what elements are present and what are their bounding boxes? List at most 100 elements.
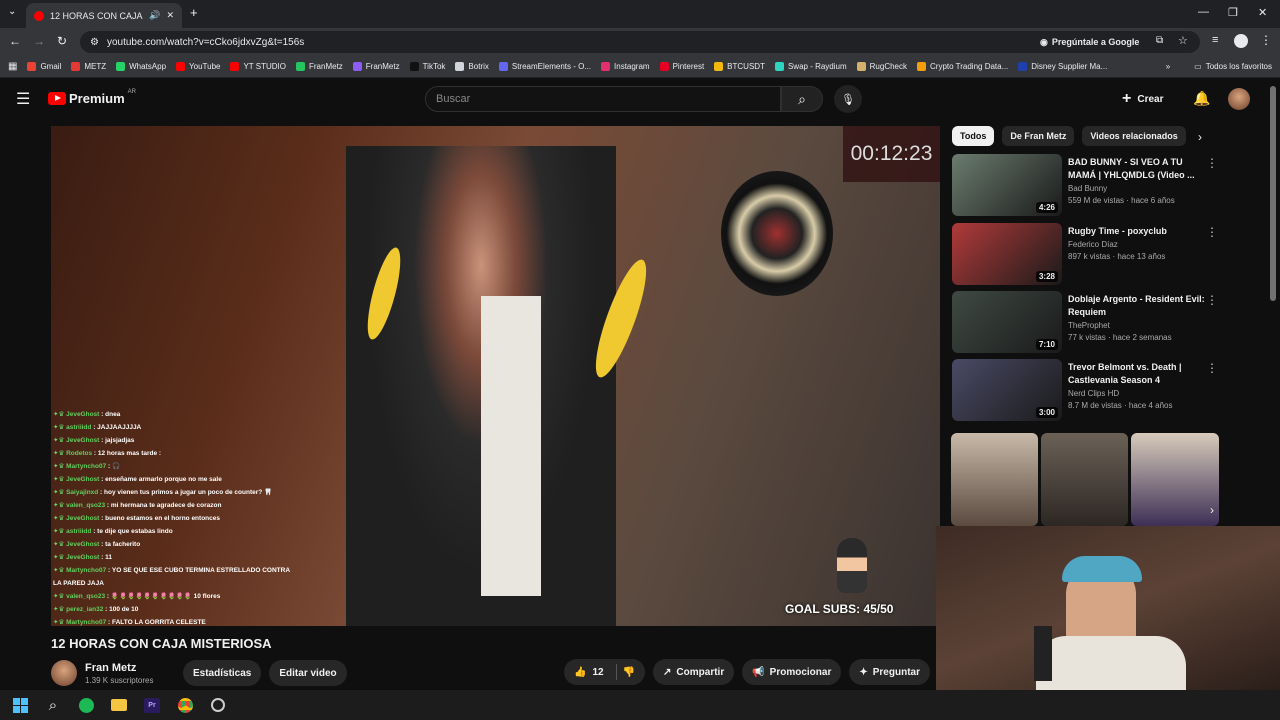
install-icon[interactable]: ⧉ [1156,35,1163,46]
reading-list-icon[interactable]: ≡ [1212,34,1218,46]
ask-button[interactable]: ✦ Preguntar [849,659,930,685]
minimize-icon[interactable]: — [1198,6,1209,18]
short-thumbnail-3[interactable] [1131,433,1219,526]
recommended-channel[interactable]: Nerd Clips HD [1068,389,1208,398]
promote-button[interactable]: 📢 Promocionar [742,659,842,685]
chips-next-icon[interactable]: › [1198,130,1202,144]
browser-tab[interactable]: 12 HORAS CON CAJA MISTERIOSA 🔊 ✕ [26,3,182,28]
profile-icon[interactable] [1234,34,1248,48]
premiere-icon[interactable]: Pr [142,695,162,715]
youtube-logo[interactable]: Premium AR [48,88,136,106]
bookmark-item[interactable]: Instagram [601,62,650,71]
search-input[interactable]: Buscar [425,86,781,112]
new-tab-icon[interactable]: + [190,5,198,20]
channel-avatar[interactable] [51,660,77,686]
search-placeholder: Buscar [436,93,471,105]
chat-text: FALTO LA GORRITA CELESTE [111,619,206,626]
share-button[interactable]: ↗ Compartir [653,659,735,685]
bookmark-item[interactable]: BTCUSDT [714,62,765,71]
shorts-next-icon[interactable]: › [1210,503,1214,517]
video-thumbnail[interactable]: 7:10 [952,291,1062,353]
video-thumbnail[interactable]: 3:00 [952,359,1062,421]
bookmark-item[interactable]: Gmail [27,62,61,71]
more-options-icon[interactable]: ⋮ [1206,361,1218,375]
site-info-icon[interactable]: ⚙ [90,37,99,48]
short-thumbnail-2[interactable] [1041,433,1128,526]
forward-icon[interactable]: → [33,34,45,48]
all-bookmarks-folder[interactable]: ▭ Todos los favoritos [1194,62,1272,71]
recommended-video[interactable]: 7:10 Doblaje Argento - Resident Evil: Req… [952,291,1222,353]
search-button[interactable]: ⌕ [781,86,823,112]
bookmark-item[interactable]: Swap - Raydium [774,62,847,71]
bookmark-item[interactable]: StreamElements - O... [498,62,591,71]
recommended-title[interactable]: Doblaje Argento - Resident Evil: Requiem [1068,293,1208,319]
create-button[interactable]: + Crear [1122,87,1163,111]
back-icon[interactable]: ← [9,34,21,48]
address-bar[interactable]: ⚙ youtube.com/watch?v=cCko6jdxvZg&t=156s [80,31,1200,53]
recommended-video[interactable]: 3:28 Rugby Time - poxyclub Federico Díaz 89… [952,223,1222,285]
stats-button[interactable]: Estadísticas [183,660,262,686]
bookmark-item[interactable]: RugCheck [856,62,907,71]
edit-video-button[interactable]: Editar video [269,660,347,686]
ask-google-button[interactable]: ◉ Pregúntale a Google [1040,32,1139,52]
bookmark-item[interactable]: Disney Supplier Ma... [1018,62,1107,71]
bookmark-item[interactable]: YouTube [176,62,220,71]
bookmark-item[interactable]: TikTok [409,62,445,71]
recommended-channel[interactable]: Federico Díaz [1068,240,1208,249]
thumbs-up-icon: 👍 [574,666,587,678]
recommended-title[interactable]: BAD BUNNY - SI VEO A TU MAMÁ | YHLQMDLG … [1068,156,1208,182]
video-thumbnail[interactable]: 3:28 [952,223,1062,285]
bookmark-star-icon[interactable]: ☆ [1178,34,1188,47]
video-player[interactable]: 00:12:23 ✦♛ JeveGhost : dnea ✦♛ astriiidd… [51,126,940,626]
menu-hamburger-icon[interactable]: ☰ [16,89,30,109]
tab-list-icon[interactable]: ⌄ [8,6,16,17]
bookmark-item[interactable]: FranMetz [352,62,400,71]
reload-icon[interactable]: ↻ [57,34,67,48]
bookmark-item[interactable]: FranMetz [296,62,343,71]
account-avatar[interactable] [1228,88,1250,110]
file-explorer-icon[interactable] [109,695,129,715]
more-options-icon[interactable]: ⋮ [1206,156,1218,170]
recommended-video[interactable]: 3:00 Trevor Belmont vs. Death | Castlevan… [952,359,1222,421]
recommended-video[interactable]: 4:26 BAD BUNNY - SI VEO A TU MAMÁ | YHLQM… [952,154,1222,216]
bookmark-item[interactable]: WhatsApp [116,62,166,71]
bookmark-item[interactable]: METZ [71,62,106,71]
recommended-title[interactable]: Trevor Belmont vs. Death | Castlevania S… [1068,361,1208,387]
channel-name[interactable]: Fran Metz [85,662,175,674]
chat-message: ✦♛ Saiyajinxd : hoy vienen tus primos a … [53,486,313,499]
more-options-icon[interactable]: ⋮ [1206,293,1218,307]
logo-country: AR [127,88,136,95]
chrome-icon[interactable] [175,695,195,715]
video-thumbnail[interactable]: 4:26 [952,154,1062,216]
filter-chip[interactable]: Todos [952,126,995,146]
bookmark-item[interactable]: Crypto Trading Data... [917,62,1008,71]
bookmark-item[interactable]: YT STUDIO [230,62,286,71]
filter-chip[interactable]: De Fran Metz [1002,126,1075,146]
tab-close-icon[interactable]: ✕ [166,10,174,21]
chat-badge-icon: ✦♛ [53,619,67,626]
more-options-icon[interactable]: ⋮ [1206,225,1218,239]
ask-google-label: Pregúntale a Google [1051,37,1140,47]
browser-menu-icon[interactable]: ⋮ [1260,33,1272,47]
bookmark-item[interactable]: Botrix [455,62,489,71]
like-button[interactable]: 👍 12 👎 [564,659,646,685]
thumbs-down-icon[interactable]: 👎 [623,667,635,678]
spotify-icon[interactable] [76,695,96,715]
page-scrollbar[interactable] [1270,86,1276,301]
short-thumbnail-1[interactable] [951,433,1038,526]
bookmark-item[interactable]: Pinterest [659,62,704,71]
more-bookmarks-icon[interactable]: » [1166,62,1170,71]
apps-grid-icon[interactable]: ▦ [8,61,17,72]
voice-search-button[interactable]: 🎙 [834,85,862,113]
restore-icon[interactable]: ❐ [1228,6,1238,19]
speaker-icon[interactable]: 🔊 [149,10,160,21]
window-close-icon[interactable]: ✕ [1258,6,1267,19]
recommended-title[interactable]: Rugby Time - poxyclub [1068,225,1208,238]
windows-start-icon[interactable] [10,695,30,715]
filter-chip[interactable]: Videos relacionados [1082,126,1186,146]
notifications-bell-icon[interactable]: 🔔 [1193,90,1210,107]
app-icon[interactable] [208,695,228,715]
taskbar-search-icon[interactable]: ⌕ [43,695,63,715]
recommended-channel[interactable]: Bad Bunny [1068,184,1208,193]
recommended-channel[interactable]: TheProphet [1068,321,1208,330]
